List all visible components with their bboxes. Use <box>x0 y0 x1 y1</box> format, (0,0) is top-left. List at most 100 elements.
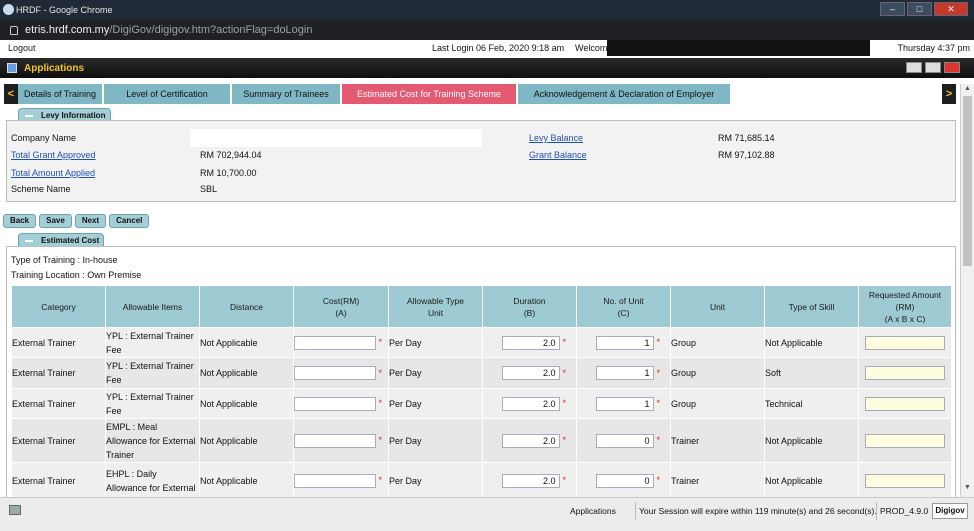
cell-requested-amount <box>858 418 952 463</box>
no-of-unit-input[interactable]: 0 <box>596 473 655 488</box>
redacted-user-bar <box>607 40 870 56</box>
no-of-unit-input[interactable]: 1 <box>596 366 655 381</box>
tab-summary-of-trainees[interactable]: Summary of Trainees <box>232 84 342 104</box>
required-marker: * <box>656 337 660 348</box>
required-marker: * <box>562 367 566 378</box>
required-marker: * <box>656 435 660 446</box>
requested-amount-input[interactable] <box>865 473 945 488</box>
scroll-down-icon[interactable]: ▼ <box>964 484 971 491</box>
next-button[interactable]: Next <box>74 214 107 228</box>
tab-details-of-training[interactable]: Details of Training <box>18 84 104 104</box>
cell-allowable-type: Per Day <box>388 462 483 497</box>
cost-input[interactable] <box>294 473 377 488</box>
cost-input[interactable] <box>294 433 377 448</box>
panel-restore-icon[interactable] <box>925 62 941 73</box>
cell-category: External Trainer <box>11 388 106 419</box>
address-bar[interactable]: etris.hrdf.com.my/DigiGov/digigov.htm?ac… <box>0 20 974 40</box>
cost-input[interactable] <box>294 396 377 411</box>
datetime-text: Thursday 4:37 pm <box>897 43 970 53</box>
duration-input[interactable]: 2.0 <box>502 433 561 448</box>
save-button[interactable]: Save <box>39 214 72 228</box>
cell-no-of-unit: 1 * <box>576 327 671 358</box>
tab-next-button[interactable]: > <box>942 84 956 104</box>
duration-input[interactable]: 2.0 <box>502 335 561 350</box>
total-amount-applied-value: RM 10,700.00 <box>200 168 257 178</box>
requested-amount-input[interactable] <box>865 335 945 350</box>
required-marker: * <box>562 337 566 348</box>
required-marker: * <box>378 435 382 446</box>
cell-duration: 2.0 * <box>482 418 577 463</box>
estimated-cost-title: Estimated Cost <box>41 236 100 245</box>
total-grant-approved-link[interactable]: Total Grant Approved <box>11 150 96 160</box>
tab-prev-button[interactable]: < <box>4 84 18 104</box>
requested-amount-input[interactable] <box>865 433 945 448</box>
cost-input[interactable] <box>294 335 377 350</box>
scrollbar-thumb[interactable] <box>963 96 972 266</box>
scroll-up-icon[interactable]: ▲ <box>964 85 971 92</box>
back-button[interactable]: Back <box>3 214 37 228</box>
minimize-icon[interactable]: – <box>880 2 905 16</box>
levy-balance-value: RM 71,685.14 <box>718 133 775 143</box>
cell-distance: Not Applicable <box>199 388 294 419</box>
duration-input[interactable]: 2.0 <box>502 366 561 381</box>
cell-duration: 2.0 * <box>482 327 577 358</box>
levy-balance-link[interactable]: Levy Balance <box>529 133 583 143</box>
cancel-button[interactable]: Cancel <box>109 214 150 228</box>
applications-icon <box>7 63 17 73</box>
cell-cost: * <box>293 357 389 389</box>
maximize-icon[interactable]: □ <box>907 2 932 16</box>
table-row: External Trainer EHPL : Daily Allowance f… <box>11 462 952 497</box>
cell-cost: * <box>293 462 389 497</box>
company-name-value <box>190 129 482 147</box>
panel-minimize-icon[interactable] <box>906 62 922 73</box>
close-icon[interactable]: ✕ <box>934 2 968 16</box>
cell-allowable-type: Per Day <box>388 418 483 463</box>
cell-no-of-unit: 0 * <box>576 462 671 497</box>
col-distance: Distance <box>199 285 294 328</box>
duration-input[interactable]: 2.0 <box>502 473 561 488</box>
required-marker: * <box>656 398 660 409</box>
collapse-icon <box>25 240 33 242</box>
tab-estimated-cost[interactable]: Estimated Cost for Training Scheme <box>342 84 518 104</box>
cell-distance: Not Applicable <box>199 462 294 497</box>
applications-status[interactable]: Applications <box>570 506 616 516</box>
table-row: External Trainer YPL : External Trainer F… <box>11 327 952 358</box>
cell-allowable-item: YPL : External Trainer Fee <box>105 327 200 358</box>
page-status-icon <box>9 505 21 515</box>
requested-amount-input[interactable] <box>865 396 945 411</box>
no-of-unit-input[interactable]: 1 <box>596 335 655 350</box>
cell-unit: Trainer <box>670 418 765 463</box>
collapse-icon <box>25 115 33 117</box>
required-marker: * <box>378 337 382 348</box>
duration-input[interactable]: 2.0 <box>502 396 561 411</box>
cell-unit: Group <box>670 388 765 419</box>
no-of-unit-input[interactable]: 1 <box>596 396 655 411</box>
wizard-tabs: < Details of Training Level of Certifica… <box>0 84 960 104</box>
total-amount-applied-link[interactable]: Total Amount Applied <box>11 168 95 178</box>
panel-close-icon[interactable] <box>944 62 960 73</box>
col-unit: Unit <box>670 285 765 328</box>
panel-controls <box>906 62 960 73</box>
tab-acknowledgement[interactable]: Acknowledgement & Declaration of Employe… <box>518 84 732 104</box>
requested-amount-input[interactable] <box>865 366 945 381</box>
cell-category: External Trainer <box>11 357 106 389</box>
cost-input[interactable] <box>294 366 377 381</box>
cell-allowable-item: YPL : External Trainer Fee <box>105 388 200 419</box>
cell-unit: Group <box>670 357 765 389</box>
digigov-logo: Digigov <box>932 503 968 519</box>
tab-level-of-certification[interactable]: Level of Certification <box>104 84 232 104</box>
cell-distance: Not Applicable <box>199 357 294 389</box>
grant-balance-link[interactable]: Grant Balance <box>529 150 587 160</box>
col-no-of-unit: No. of Unit (C) <box>576 285 671 328</box>
status-bar: Applications Your Session will expire wi… <box>0 497 974 531</box>
estimated-cost-table: Category Allowable Items Distance Cost(R… <box>11 285 952 497</box>
last-login-text: Last Login 06 Feb, 2020 9:18 am <box>432 43 565 53</box>
type-of-training: Type of Training : In-house <box>11 255 118 265</box>
cell-requested-amount <box>858 327 952 358</box>
logout-link[interactable]: Logout <box>8 43 36 53</box>
required-marker: * <box>656 367 660 378</box>
cell-category: External Trainer <box>11 462 106 497</box>
cell-type-of-skill: Not Applicable <box>764 327 859 358</box>
no-of-unit-input[interactable]: 0 <box>596 433 655 448</box>
content-scrollbar[interactable]: ▲ ▼ <box>960 84 974 497</box>
